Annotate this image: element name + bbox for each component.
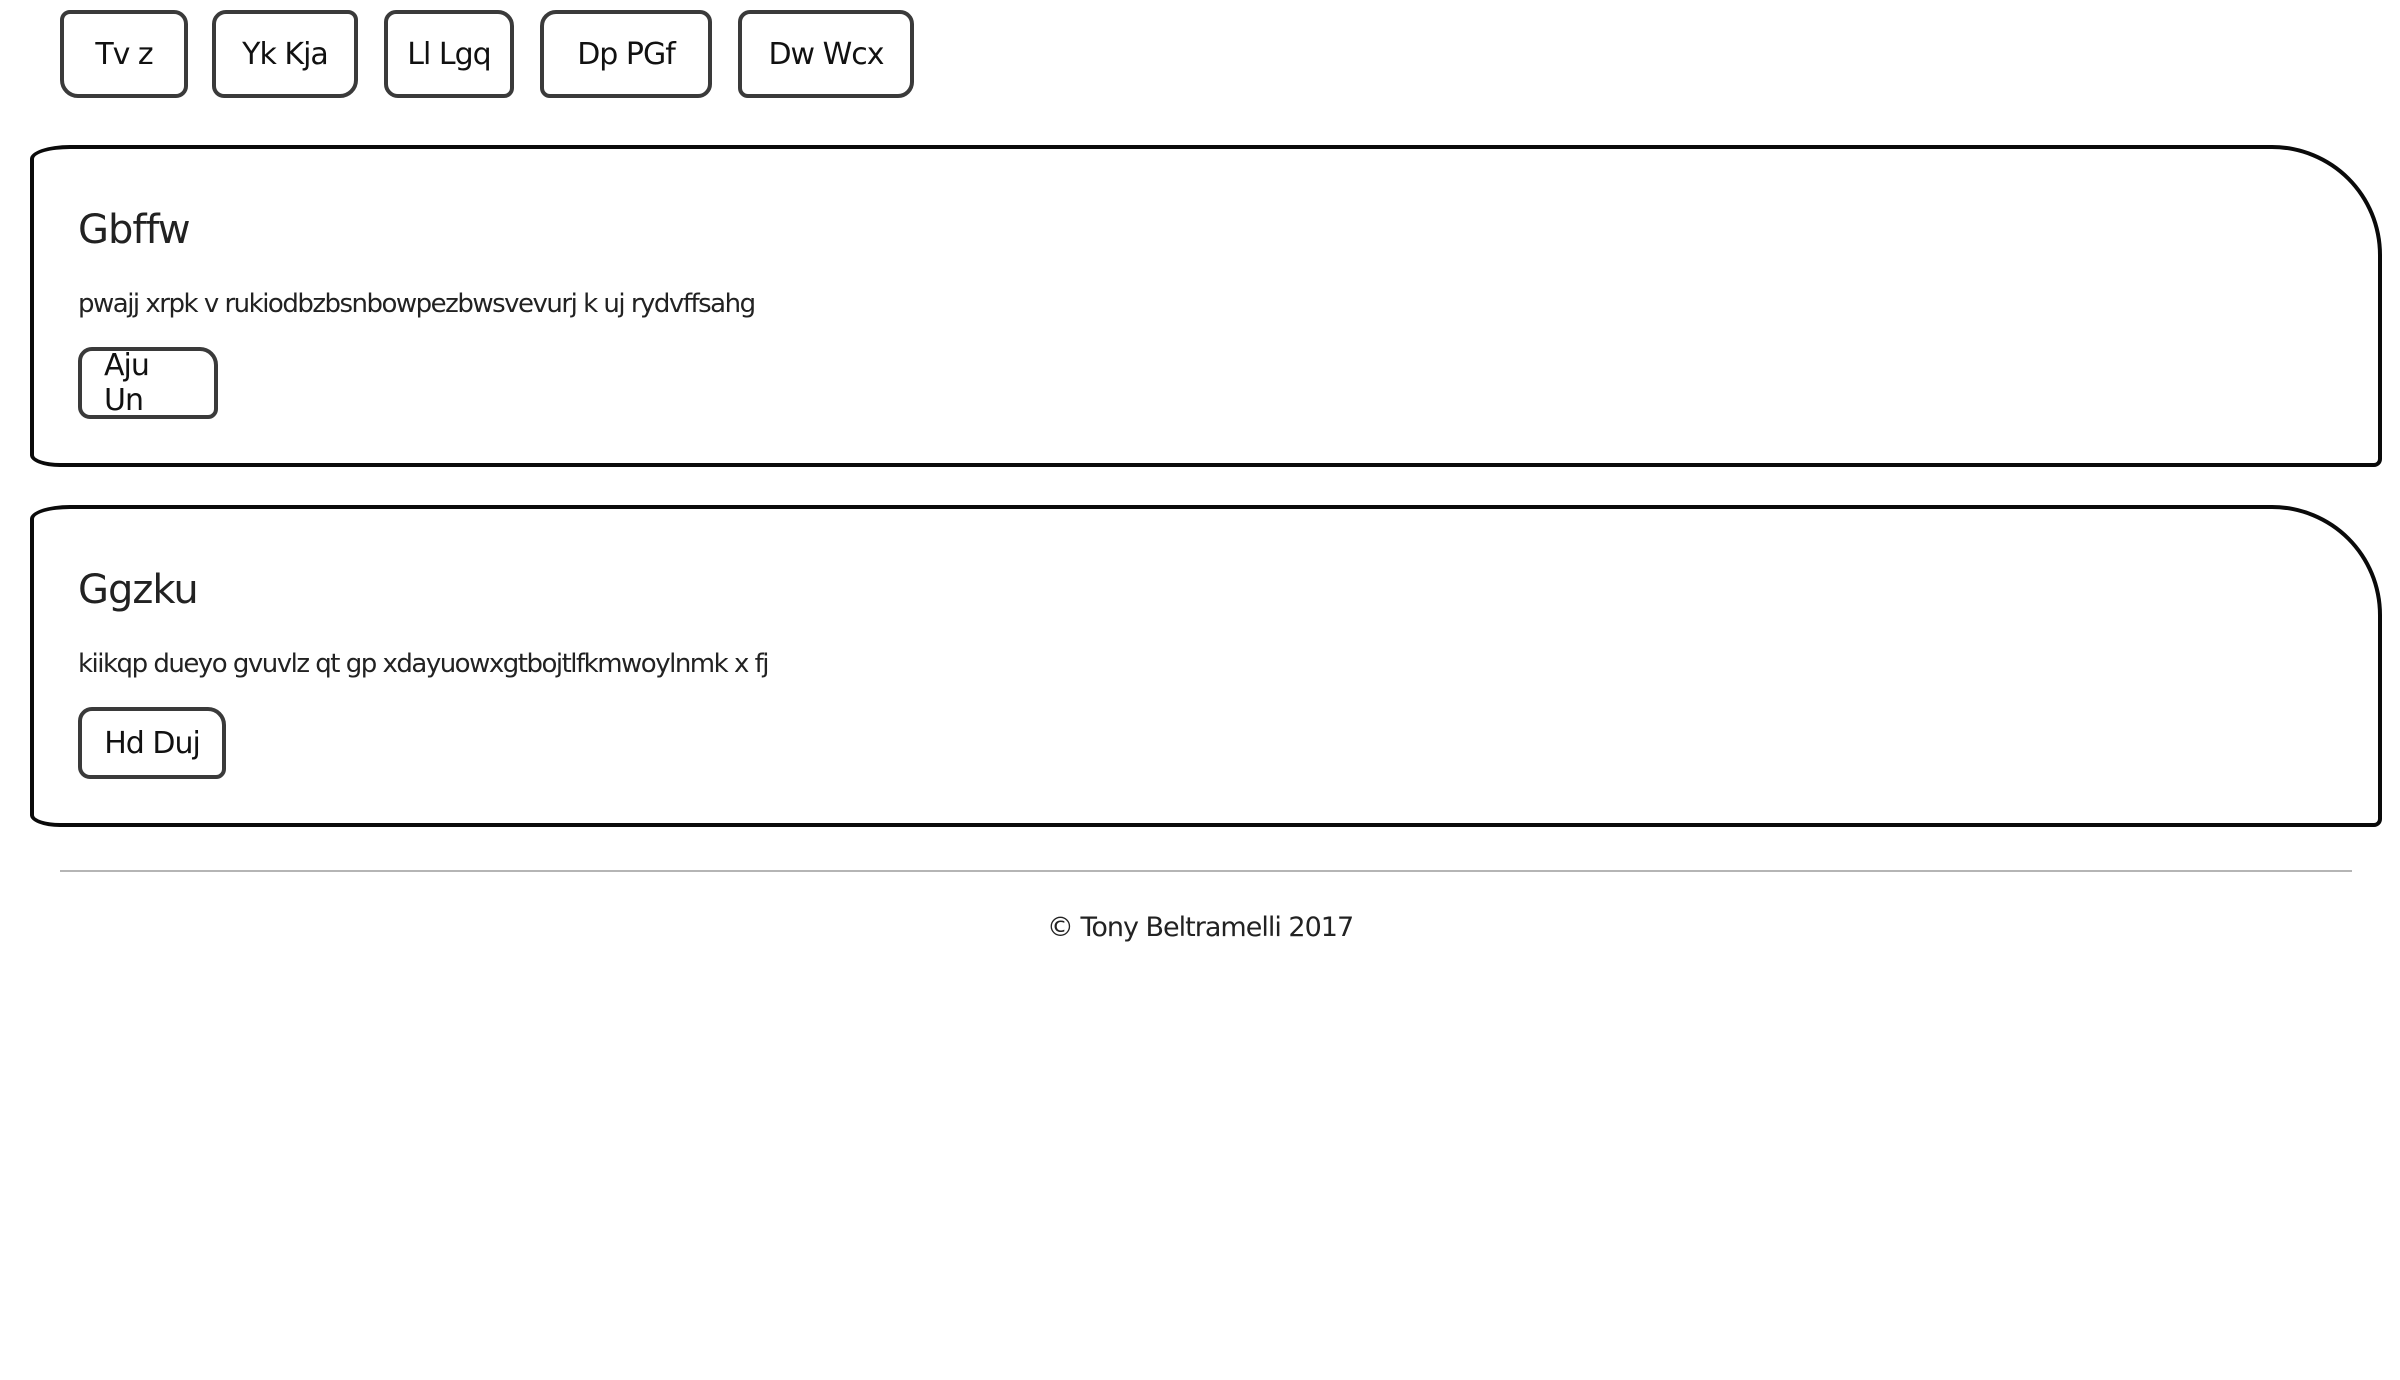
card-title: Ggzku [78, 567, 199, 613]
card-button[interactable]: Aju Un [78, 347, 218, 419]
card-button[interactable]: Hd Duj [78, 707, 226, 779]
nav-button-4[interactable]: Dp PGf [540, 10, 712, 98]
card-1: Gbffw pwajj xrpk v rukiodbzbsnbowpezbwsv… [30, 145, 2382, 467]
page: Tv z Yk Kja Ll Lgq Dp PGf Dw Wcx Gbffw p… [0, 0, 2400, 1380]
nav-button-3[interactable]: Ll Lgq [384, 10, 514, 98]
nav-button-1[interactable]: Tv z [60, 10, 188, 98]
footer-copyright: © Tony Beltramelli 2017 [1046, 912, 1354, 943]
card-2: Ggzku kiikqp dueyo gvuvlz qt gp xdayuowx… [30, 505, 2382, 827]
card-title: Gbffw [78, 207, 191, 253]
card-text: kiikqp dueyo gvuvlz qt gp xdayuowxgtbojt… [78, 649, 769, 679]
footer-divider [60, 870, 2352, 872]
nav-button-5[interactable]: Dw Wcx [738, 10, 914, 98]
card-text: pwajj xrpk v rukiodbzbsnbowpezbwsvevurj … [78, 289, 756, 319]
nav-button-2[interactable]: Yk Kja [212, 10, 358, 98]
